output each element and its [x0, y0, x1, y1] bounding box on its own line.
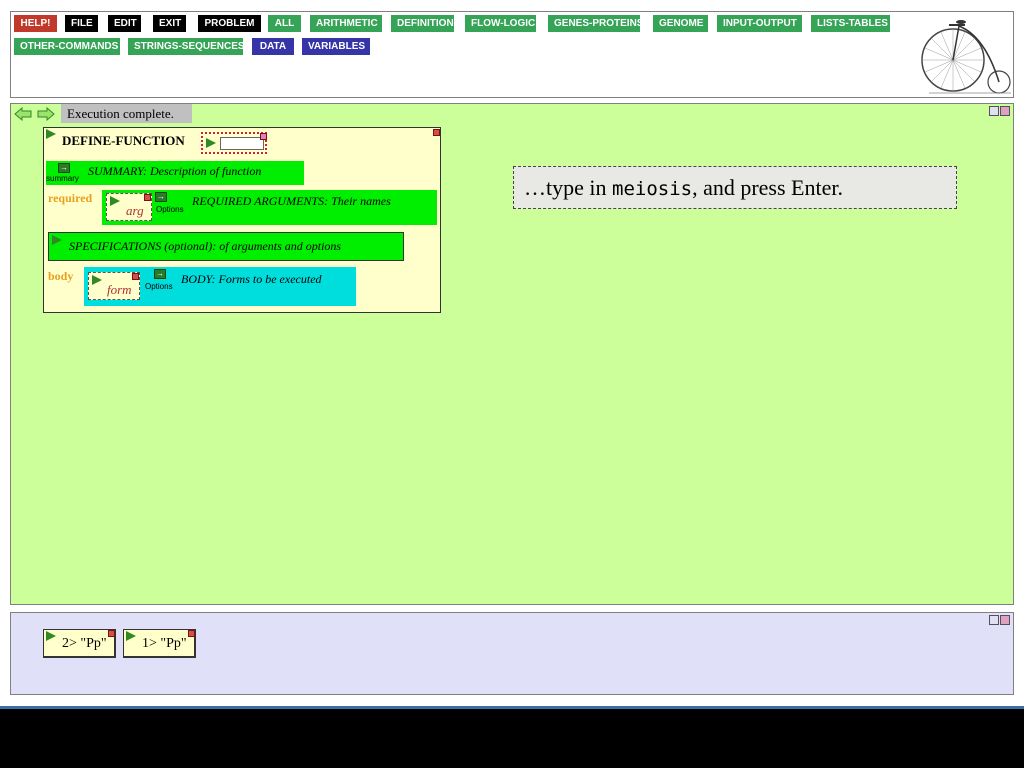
history-item-label: 2> "Pp" — [62, 636, 107, 651]
close-icon[interactable] — [144, 194, 151, 201]
name-input-box[interactable] — [220, 137, 264, 150]
function-name-field[interactable] — [201, 132, 267, 154]
toolbar-button-definition[interactable]: DEFINITION — [391, 15, 454, 32]
history-item[interactable]: 1> "Pp" — [123, 629, 196, 658]
execute-flag-icon[interactable] — [92, 275, 102, 285]
toolbar-button-file[interactable]: FILE — [65, 15, 98, 32]
close-icon[interactable] — [260, 133, 267, 140]
options-icon[interactable]: → — [154, 269, 166, 279]
toolbar-button-input-output[interactable]: INPUT-OUTPUT — [717, 15, 802, 32]
close-icon[interactable] — [132, 273, 139, 280]
toolbar-button-problem[interactable]: PROBLEM — [198, 15, 261, 32]
command-toolbar: HELP! FILE EDIT EXIT PROBLEM ALL ARITHMETIC DEF… — [10, 11, 1014, 98]
close-icon[interactable] — [108, 630, 115, 637]
summary-block[interactable]: → summary SUMMARY: Description of functi… — [46, 161, 304, 185]
form-placeholder: form — [107, 282, 132, 297]
options-label[interactable]: Options — [145, 282, 173, 291]
hint-callout: …type in meiosis, and press Enter. — [513, 166, 957, 209]
form-field[interactable]: form — [88, 272, 140, 300]
execute-flag-icon[interactable] — [52, 235, 62, 245]
options-label[interactable]: Options — [156, 205, 184, 214]
execute-flag-icon[interactable] — [46, 129, 56, 139]
required-label: required — [48, 191, 93, 205]
hint-suffix: , and press Enter. — [692, 175, 843, 200]
close-icon[interactable] — [433, 129, 440, 136]
arg-field[interactable]: arg — [106, 193, 152, 221]
toolbar-button-genes-proteins[interactable]: GENES-PROTEINS — [548, 15, 643, 32]
options-icon[interactable]: → — [155, 192, 167, 202]
body-block[interactable]: form → Options BODY: Forms to be execute… — [84, 267, 356, 306]
toolbar-button-strings-sequences[interactable]: STRINGS-SEQUENCES — [128, 38, 245, 55]
execute-flag-icon[interactable] — [110, 196, 120, 206]
arg-placeholder: arg — [126, 203, 144, 218]
history-pane[interactable]: 2> "Pp" 1> "Pp" — [10, 612, 1014, 695]
toolbar-button-other-commands[interactable]: OTHER-COMMANDS — [14, 38, 120, 55]
specifications-text[interactable]: SPECIFICATIONS (optional): of arguments … — [69, 239, 341, 254]
history-item-label: 1> "Pp" — [142, 636, 187, 651]
required-arguments-text[interactable]: REQUIRED ARGUMENTS: Their names — [192, 194, 391, 209]
forward-arrow-icon[interactable] — [37, 106, 55, 122]
execute-flag-icon[interactable] — [46, 631, 56, 641]
define-function-title: DEFINE-FUNCTION — [62, 133, 185, 148]
required-arguments-block[interactable]: arg → Options REQUIRED ARGUMENTS: Their … — [102, 190, 437, 225]
toolbar-button-variables[interactable]: VARIABLES — [302, 38, 370, 55]
history-window-controls — [989, 615, 1011, 627]
maximize-icon[interactable] — [989, 106, 999, 116]
close-icon[interactable] — [188, 630, 195, 637]
close-icon[interactable] — [1000, 615, 1010, 625]
workspace-pane[interactable]: Execution complete. DEFINE-FUNCTION → su… — [10, 103, 1014, 605]
toolbar-button-lists-tables[interactable]: LISTS-TABLES — [811, 15, 890, 32]
toolbar-button-flow-logic[interactable]: FLOW-LOGIC — [465, 15, 536, 32]
toolbar-button-help[interactable]: HELP! — [14, 15, 57, 32]
execute-flag-icon[interactable] — [126, 631, 136, 641]
taskbar-strip — [0, 706, 1024, 709]
status-message: Execution complete. — [61, 104, 192, 123]
hint-code: meiosis — [612, 178, 693, 200]
toolbar-button-genome[interactable]: GENOME — [653, 15, 708, 32]
penny-farthing-bicycle-icon — [919, 16, 1013, 96]
back-arrow-icon[interactable] — [14, 106, 32, 122]
maximize-icon[interactable] — [989, 615, 999, 625]
toolbar-button-exit[interactable]: EXIT — [153, 15, 186, 32]
body-label: body — [48, 269, 74, 283]
summary-label: summary — [46, 174, 79, 183]
define-function-box[interactable]: DEFINE-FUNCTION → summary SUMMARY: Descr… — [43, 127, 441, 313]
workspace-window-controls — [989, 106, 1011, 118]
execute-flag-icon[interactable] — [206, 138, 216, 148]
history-item[interactable]: 2> "Pp" — [43, 629, 116, 658]
taskbar — [0, 706, 1024, 768]
close-icon[interactable] — [1000, 106, 1010, 116]
body-text[interactable]: BODY: Forms to be executed — [181, 272, 322, 287]
expand-icon[interactable]: → — [58, 163, 70, 173]
specifications-block[interactable]: SPECIFICATIONS (optional): of arguments … — [48, 232, 404, 261]
toolbar-button-edit[interactable]: EDIT — [108, 15, 141, 32]
toolbar-button-all[interactable]: ALL — [268, 15, 301, 32]
summary-text[interactable]: SUMMARY: Description of function — [88, 164, 261, 179]
toolbar-button-data[interactable]: DATA — [252, 38, 294, 55]
toolbar-button-arithmetic[interactable]: ARITHMETIC — [310, 15, 382, 32]
hint-prefix: …type in — [524, 175, 612, 200]
